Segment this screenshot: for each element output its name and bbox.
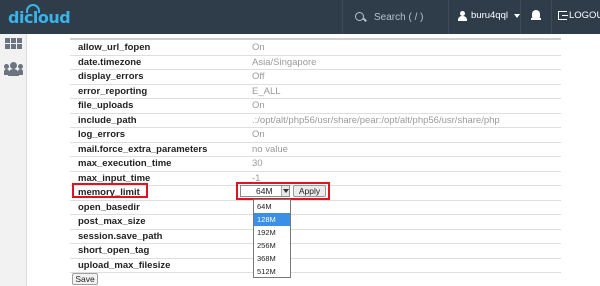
setting-name: include_path xyxy=(78,114,137,126)
username: buru4qql xyxy=(471,10,508,21)
logo[interactable]: dicloud xyxy=(8,4,71,28)
table-row: open_basedir xyxy=(70,201,561,215)
search-icon xyxy=(355,11,366,23)
setting-name: session.save_path xyxy=(78,230,163,242)
dropdown-option[interactable]: 512M xyxy=(254,265,290,278)
user-icon xyxy=(458,10,467,21)
setting-name: file_uploads xyxy=(78,100,134,111)
search-box[interactable] xyxy=(355,9,474,25)
table-row: upload_max_filesize xyxy=(70,259,561,273)
setting-name: allow_url_fopen xyxy=(78,42,151,53)
table-row: include_path .:/opt/alt/php56/usr/share/… xyxy=(70,114,561,128)
table-row: post_max_size xyxy=(70,215,561,230)
memory-limit-highlight-box xyxy=(72,183,148,198)
memory-limit-options-list: 64M 128M 192M 256M 368M 512M xyxy=(253,199,291,278)
logout-label: LOGOUT xyxy=(569,10,600,21)
dropdown-option[interactable]: 64M xyxy=(254,200,290,213)
setting-value: On xyxy=(252,42,265,53)
user-menu[interactable]: buru4qql xyxy=(458,10,520,21)
users-icon[interactable] xyxy=(4,62,23,77)
setting-name: mail.force_extra_parameters xyxy=(78,143,208,155)
table-row: error_reporting E_ALL xyxy=(70,85,561,99)
divider xyxy=(551,0,552,34)
table-row: session.save_path xyxy=(70,230,561,244)
setting-name: short_open_tag xyxy=(78,245,150,256)
setting-value: On xyxy=(252,129,265,140)
setting-value: no value xyxy=(252,143,288,155)
table-row: mail.force_extra_parameters no value xyxy=(70,143,561,157)
logout-button[interactable]: LOGOUT xyxy=(558,10,600,21)
table-row: date.timezone Asia/Singapore xyxy=(70,56,561,70)
setting-value: Asia/Singapore xyxy=(252,56,317,68)
divider xyxy=(520,0,521,34)
setting-name: error_reporting xyxy=(78,85,148,97)
setting-name: open_basedir xyxy=(78,201,140,213)
setting-name: post_max_size xyxy=(78,216,146,227)
bell-icon[interactable] xyxy=(531,10,541,21)
divider xyxy=(342,0,343,34)
setting-name: max_input_time xyxy=(78,172,151,184)
table-row: display_errors Off xyxy=(70,70,561,85)
setting-name: date.timezone xyxy=(78,56,142,68)
divider xyxy=(448,0,449,34)
table-row: file_uploads On xyxy=(70,99,561,114)
cloud-icon xyxy=(26,4,40,13)
table-row: short_open_tag xyxy=(70,244,561,259)
setting-value: 30 xyxy=(252,158,263,169)
table-row: max_execution_time 30 xyxy=(70,157,561,172)
setting-value: Off xyxy=(252,71,265,82)
dropdown-option[interactable]: 192M xyxy=(254,226,290,239)
dropdown-option[interactable]: 128M xyxy=(254,213,290,226)
table-row: allow_url_fopen On xyxy=(70,41,561,56)
setting-value: .:/opt/alt/php56/usr/share/pear:/opt/alt… xyxy=(252,114,500,126)
dropdown-option[interactable]: 368M xyxy=(254,252,290,265)
save-button[interactable]: Save xyxy=(72,273,98,285)
setting-name: upload_max_filesize xyxy=(78,259,171,271)
apps-grid-icon[interactable] xyxy=(5,38,22,51)
sidebar xyxy=(0,34,27,286)
logout-icon xyxy=(558,11,568,20)
top-bar: dicloud buru4qql LOGOUT xyxy=(0,0,600,34)
setting-name: log_errors xyxy=(78,129,125,140)
apply-button[interactable]: Apply xyxy=(293,185,326,197)
chevron-down-icon[interactable] xyxy=(281,186,289,196)
dropdown-option[interactable]: 256M xyxy=(254,239,290,252)
setting-value: E_ALL xyxy=(252,85,281,97)
setting-name: max_execution_time xyxy=(78,158,172,169)
setting-value: On xyxy=(252,100,265,111)
setting-name: display_errors xyxy=(78,71,144,82)
table-row: log_errors On xyxy=(70,128,561,143)
